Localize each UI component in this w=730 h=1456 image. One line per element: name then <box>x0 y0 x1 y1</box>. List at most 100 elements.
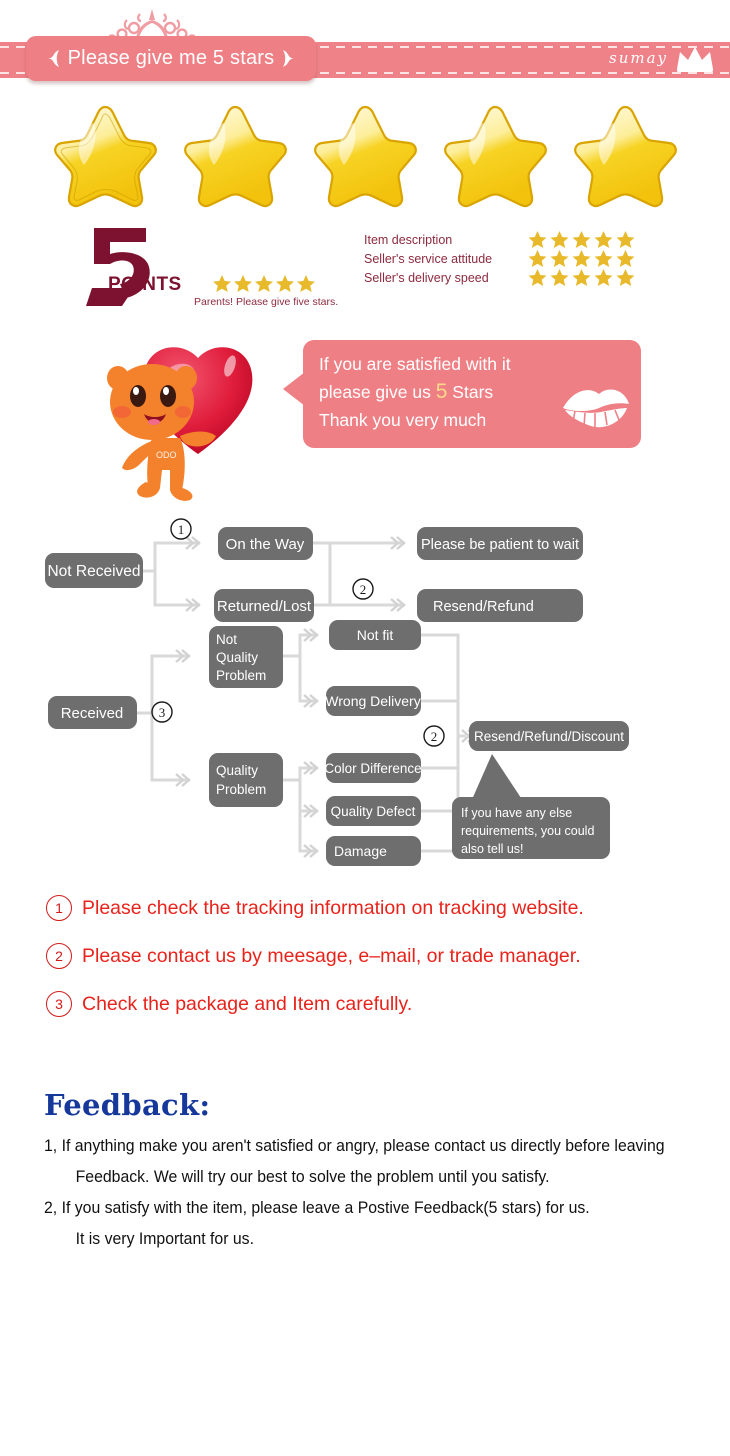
flow-callout: If you have any else requirements, you c… <box>452 754 610 859</box>
note-row: 1 Please check the tracking information … <box>46 884 730 932</box>
node-on-the-way-label: On the Way <box>226 536 305 553</box>
gold-star-icon <box>213 275 231 292</box>
rating-label: Seller's delivery speed <box>364 270 489 285</box>
bubble-line-2-suffix: Stars <box>447 382 494 402</box>
rating-stars <box>527 249 636 268</box>
marker-three-label: 3 <box>159 705 166 720</box>
node-damage-label: Damage <box>334 843 387 859</box>
gold-star-icon <box>616 231 635 248</box>
marker-two-label: 2 <box>360 582 367 597</box>
feedback-section: Feedback: 1, If anything make you aren't… <box>44 1088 730 1254</box>
gold-star-icon <box>234 275 252 292</box>
points-subtitle: Parents! Please give five stars. <box>194 296 339 308</box>
five-points-block: POINTS Parents! Please give five stars. <box>86 226 339 314</box>
rating-row: Seller's delivery speed <box>364 268 636 287</box>
rating-label: Seller's service attitude <box>364 251 493 266</box>
node-quality-problem <box>209 753 283 807</box>
speech-bubble-tail <box>283 372 305 406</box>
gold-star-icon <box>574 105 677 208</box>
marker-two-label: 2 <box>431 729 438 744</box>
promo-section: ODO If you are satisfied with it please … <box>0 326 730 516</box>
node-color-difference-label: Color Difference <box>324 761 421 776</box>
bubble-line-3: Thank you very much <box>319 410 487 430</box>
svg-text:ODO: ODO <box>156 450 177 460</box>
gold-star-icon <box>616 250 635 267</box>
feedback-title: Feedback: <box>44 1088 211 1122</box>
node-not-quality-line1: Not <box>216 632 237 647</box>
rating-row: Item description <box>364 230 636 249</box>
speech-bubble: If you are satisfied with it please give… <box>303 340 641 448</box>
node-returned-lost-label: Returned/Lost <box>217 598 312 615</box>
gold-star-icon <box>297 275 315 292</box>
crown-icon <box>677 47 713 72</box>
ornament-icon <box>47 50 59 67</box>
ornament-icon <box>283 50 295 67</box>
points-stars <box>212 274 316 293</box>
node-resend-refund-label: Resend/Refund <box>433 599 534 615</box>
gold-star-icon <box>550 250 569 267</box>
node-not-quality-line3: Problem <box>216 668 266 683</box>
gold-star-icon <box>314 105 417 208</box>
points-label: POINTS <box>108 274 182 295</box>
node-quality-problem-line1: Quality <box>216 763 258 778</box>
feedback-line: Feedback. We will try our best to solve … <box>75 1167 550 1186</box>
node-quality-problem-line2: Problem <box>216 782 266 797</box>
gold-star-icon <box>594 231 613 248</box>
gold-star-icon <box>528 231 547 248</box>
rating-label: Item description <box>364 232 453 247</box>
bubble-star-count: 5 <box>435 380 448 403</box>
note-text: Please check the tracking information on… <box>82 896 584 919</box>
gold-star-icon <box>594 250 613 267</box>
numbered-notes: 1 Please check the tracking information … <box>46 884 730 1028</box>
ratings-section: POINTS Parents! Please give five stars. … <box>0 222 730 322</box>
node-please-wait-label: Please be patient to wait <box>421 537 579 553</box>
gold-star-icon <box>444 105 547 208</box>
feedback-line: 1, If anything make you aren't satisfied… <box>44 1136 665 1155</box>
brand-logo: sumay <box>609 44 716 72</box>
lips-kiss-icon <box>563 389 629 428</box>
gold-star-icon <box>528 269 547 286</box>
gold-star-icon <box>54 105 157 208</box>
gold-star-icon <box>276 275 294 292</box>
note-number: 3 <box>46 991 72 1017</box>
gold-star-icon <box>550 269 569 286</box>
gold-star-icon <box>594 269 613 286</box>
node-resend-refund-discount-label: Resend/Refund/Discount <box>474 729 624 744</box>
note-text: Check the package and Item carefully. <box>82 992 413 1015</box>
callout-line-3: also tell us! <box>461 842 524 856</box>
bubble-line-2: please give us 5 Stars <box>319 378 511 406</box>
banner-plate: Please give me 5 stars <box>26 36 316 81</box>
note-row: 2 Please contact us by meesage, e–mail, … <box>46 932 730 980</box>
gold-star-icon <box>255 275 273 292</box>
node-received-label: Received <box>61 705 124 722</box>
feedback-line: It is very Important for us. <box>75 1229 254 1248</box>
callout-line-2: requirements, you could <box>461 824 594 838</box>
gold-star-icon <box>572 231 591 248</box>
node-quality-defect-label: Quality Defect <box>331 804 416 819</box>
callout-line-1: If you have any else <box>461 806 572 820</box>
gold-star-icon <box>572 269 591 286</box>
bubble-line-1: If you are satisfied with it <box>319 354 511 374</box>
gold-star-icon <box>550 231 569 248</box>
rating-row: Seller's service attitude <box>364 249 636 268</box>
rating-list: Item description Seller's service attitu… <box>364 230 636 287</box>
node-not-fit-label: Not fit <box>357 627 394 643</box>
big-stars-row <box>0 100 730 212</box>
brand-name: sumay <box>609 49 668 67</box>
gold-star-icon <box>572 250 591 267</box>
gold-star-icon <box>528 250 547 267</box>
node-not-received-label: Not Received <box>47 563 140 580</box>
note-text: Please contact us by meesage, e–mail, or… <box>82 944 581 967</box>
node-wrong-delivery-label: Wrong Delivery <box>325 693 420 709</box>
rating-stars <box>527 268 636 287</box>
header-banner: Please give me 5 stars sumay <box>0 0 730 100</box>
banner-title: Please give me 5 stars <box>67 47 275 69</box>
rating-stars <box>527 230 636 249</box>
note-number: 2 <box>46 943 72 969</box>
gold-star-icon <box>616 269 635 286</box>
note-row: 3 Check the package and Item carefully. <box>46 980 730 1028</box>
gold-star-icon <box>184 105 287 208</box>
node-not-quality-line2: Quality <box>216 650 258 665</box>
note-number: 1 <box>46 895 72 921</box>
feedback-line: 2, If you satisfy with the item, please … <box>44 1198 590 1217</box>
